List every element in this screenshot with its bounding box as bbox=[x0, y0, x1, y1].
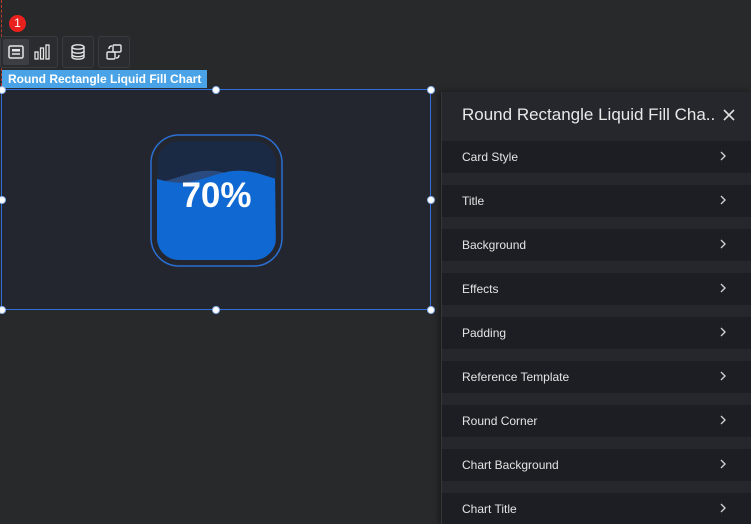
data-source-button[interactable] bbox=[65, 39, 91, 65]
panel-section-list: Card Style Title Background Effects Padd… bbox=[442, 141, 751, 524]
chevron-right-icon bbox=[720, 415, 726, 425]
panel-item-title[interactable]: Title bbox=[442, 185, 751, 217]
resize-handle-e[interactable] bbox=[427, 196, 435, 204]
panel-item-label: Effects bbox=[462, 282, 499, 296]
resize-handle-n[interactable] bbox=[212, 86, 220, 94]
bar-chart-button[interactable] bbox=[29, 39, 55, 65]
resize-handle-sw[interactable] bbox=[0, 306, 6, 314]
panel-item-label: Round Corner bbox=[462, 414, 538, 428]
component-toolbar bbox=[0, 36, 130, 68]
panel-item-label: Reference Template bbox=[462, 370, 570, 384]
panel-title: Round Rectangle Liquid Fill Cha.. bbox=[462, 105, 716, 124]
chevron-right-icon bbox=[720, 371, 726, 381]
step-badge-toolbar: 1 bbox=[9, 15, 26, 32]
panel-header: Round Rectangle Liquid Fill Cha.. bbox=[442, 92, 751, 138]
chevron-right-icon bbox=[720, 459, 726, 469]
panel-item-label: Padding bbox=[462, 326, 507, 340]
chevron-right-icon bbox=[720, 327, 726, 337]
chevron-right-icon bbox=[720, 239, 726, 249]
panel-item-label: Background bbox=[462, 238, 527, 252]
image-button[interactable] bbox=[3, 39, 29, 65]
resize-handle-w[interactable] bbox=[0, 196, 6, 204]
panel-item-round-corner[interactable]: Round Corner bbox=[442, 405, 751, 437]
panel-item-chart-background[interactable]: Chart Background bbox=[442, 449, 751, 481]
panel-item-padding[interactable]: Padding bbox=[442, 317, 751, 349]
panel-item-label: Card Style bbox=[462, 150, 519, 164]
panel-item-background[interactable]: Background bbox=[442, 229, 751, 261]
panel-item-effects[interactable]: Effects bbox=[442, 273, 751, 305]
interaction-icon bbox=[106, 44, 122, 60]
panel-item-label: Chart Background bbox=[462, 458, 559, 472]
properties-panel: Round Rectangle Liquid Fill Cha.. Card S… bbox=[441, 92, 751, 524]
component-name-tag: Round Rectangle Liquid Fill Chart bbox=[2, 70, 208, 88]
chevron-right-icon bbox=[720, 195, 726, 205]
toolbar-group-interaction bbox=[98, 36, 130, 68]
panel-item-label: Title bbox=[462, 194, 485, 208]
panel-item-reference-template[interactable]: Reference Template bbox=[442, 361, 751, 393]
database-icon bbox=[71, 44, 85, 60]
toolbar-group-display bbox=[0, 36, 58, 68]
panel-item-card-style[interactable]: Card Style bbox=[442, 141, 751, 173]
liquid-value-label: 70% bbox=[181, 176, 252, 215]
panel-item-chart-title[interactable]: Chart Title bbox=[442, 493, 751, 524]
toolbar-group-data bbox=[62, 36, 94, 68]
chevron-right-icon bbox=[720, 283, 726, 293]
chevron-right-icon bbox=[720, 503, 726, 513]
resize-handle-se[interactable] bbox=[427, 306, 435, 314]
interaction-button[interactable] bbox=[101, 39, 127, 65]
resize-handle-s[interactable] bbox=[212, 306, 220, 314]
image-icon bbox=[8, 45, 24, 59]
resize-handle-ne[interactable] bbox=[427, 86, 435, 94]
liquid-fill-gauge: 70% bbox=[150, 134, 283, 267]
panel-item-label: Chart Title bbox=[462, 502, 517, 516]
bar-chart-icon bbox=[34, 44, 50, 60]
resize-handle-nw[interactable] bbox=[0, 86, 6, 94]
close-icon bbox=[723, 109, 735, 121]
panel-close-button[interactable] bbox=[720, 106, 738, 124]
chevron-right-icon bbox=[720, 151, 726, 161]
